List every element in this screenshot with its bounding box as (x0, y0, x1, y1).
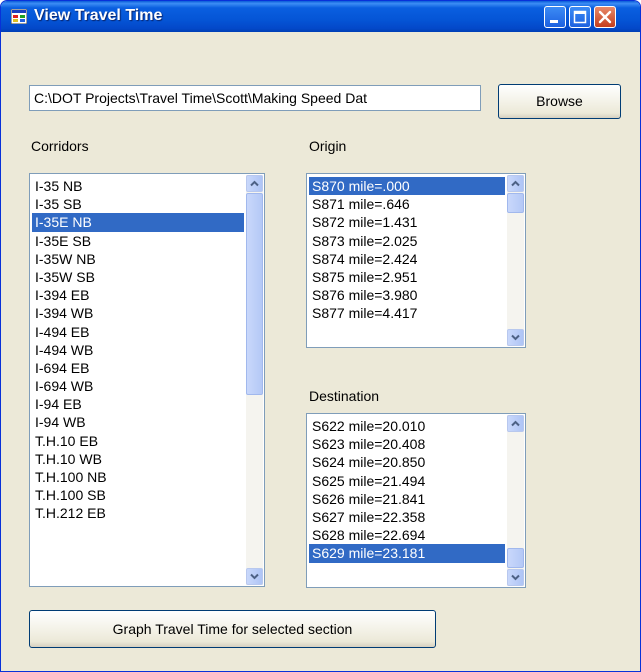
list-item[interactable]: S627 mile=22.358 (309, 508, 505, 526)
arrow-down-icon (250, 573, 259, 580)
list-item[interactable]: I-394 EB (32, 286, 244, 304)
scroll-thumb[interactable] (507, 548, 524, 568)
scroll-thumb[interactable] (507, 193, 524, 213)
window-title: View Travel Time (34, 7, 163, 24)
list-item[interactable]: S874 mile=2.424 (309, 250, 505, 268)
corridors-scrollbar[interactable] (246, 175, 263, 585)
destination-scrollbar[interactable] (507, 415, 524, 586)
scroll-down-button[interactable] (246, 568, 263, 585)
list-item[interactable]: T.H.10 WB (32, 450, 244, 468)
scroll-down-button[interactable] (507, 569, 524, 586)
minimize-button[interactable] (544, 6, 566, 28)
view-travel-time-window: View Travel Time C:\DOT Projects\Travel … (0, 0, 641, 672)
corridors-listbox[interactable]: I-35 NB I-35 SB I-35E NB I-35E SB I-35W … (29, 173, 265, 587)
scroll-up-button[interactable] (507, 175, 524, 192)
arrow-down-icon (511, 574, 520, 581)
origin-items: S870 mile=.000 S871 mile=.646 S872 mile=… (309, 177, 505, 323)
list-item[interactable]: S623 mile=20.408 (309, 435, 505, 453)
corridors-label: Corridors (31, 138, 89, 154)
arrow-up-icon (250, 180, 259, 187)
list-item[interactable]: I-35 NB (32, 177, 244, 195)
list-item[interactable]: I-35E NB (32, 213, 244, 232)
list-item[interactable]: I-94 WB (32, 413, 244, 431)
list-item[interactable]: T.H.10 EB (32, 432, 244, 450)
arrow-down-icon (511, 334, 520, 341)
list-item[interactable]: I-35W NB (32, 250, 244, 268)
file-path-field[interactable]: C:\DOT Projects\Travel Time\Scott\Making… (29, 85, 481, 111)
destination-listbox[interactable]: S622 mile=20.010 S623 mile=20.408 S624 m… (306, 413, 526, 588)
app-icon (11, 9, 27, 24)
browse-button[interactable]: Browse (498, 84, 621, 119)
origin-listbox[interactable]: S870 mile=.000 S871 mile=.646 S872 mile=… (306, 173, 526, 348)
maximize-icon (573, 10, 587, 24)
list-item[interactable]: I-494 EB (32, 323, 244, 341)
destination-label: Destination (309, 388, 380, 404)
origin-label: Origin (309, 138, 347, 154)
scroll-up-button[interactable] (246, 175, 263, 192)
corridors-items: I-35 NB I-35 SB I-35E NB I-35E SB I-35W … (32, 177, 244, 523)
close-icon (598, 10, 612, 24)
list-item[interactable]: S875 mile=2.951 (309, 268, 505, 286)
list-item[interactable]: I-494 WB (32, 341, 244, 359)
origin-scrollbar[interactable] (507, 175, 524, 346)
scroll-up-button[interactable] (507, 415, 524, 432)
list-item[interactable]: S628 mile=22.694 (309, 526, 505, 544)
close-button[interactable] (594, 6, 616, 28)
arrow-up-icon (511, 420, 520, 427)
graph-travel-time-button[interactable]: Graph Travel Time for selected section (29, 610, 436, 648)
list-item[interactable]: I-35E SB (32, 232, 244, 250)
list-item[interactable]: S870 mile=.000 (309, 177, 505, 196)
list-item[interactable]: S873 mile=2.025 (309, 232, 505, 250)
list-item[interactable]: I-94 EB (32, 395, 244, 413)
list-item[interactable]: I-694 WB (32, 377, 244, 395)
list-item[interactable]: I-35W SB (32, 268, 244, 286)
title-bar[interactable]: View Travel Time (1, 1, 640, 32)
minimize-icon (550, 20, 558, 23)
list-item[interactable]: I-35 SB (32, 195, 244, 213)
arrow-up-icon (511, 180, 520, 187)
scroll-down-button[interactable] (507, 329, 524, 346)
list-item[interactable]: S625 mile=21.494 (309, 472, 505, 490)
destination-items: S622 mile=20.010 S623 mile=20.408 S624 m… (309, 417, 505, 563)
list-item[interactable]: S877 mile=4.417 (309, 304, 505, 322)
list-item[interactable]: I-394 WB (32, 304, 244, 322)
list-item[interactable]: S876 mile=3.980 (309, 286, 505, 304)
list-item[interactable]: S872 mile=1.431 (309, 213, 505, 231)
list-item[interactable]: T.H.212 EB (32, 504, 244, 522)
list-item[interactable]: I-694 EB (32, 359, 244, 377)
list-item[interactable]: S622 mile=20.010 (309, 417, 505, 435)
list-item[interactable]: S871 mile=.646 (309, 195, 505, 213)
list-item[interactable]: S629 mile=23.181 (309, 544, 505, 563)
maximize-button[interactable] (569, 6, 591, 28)
scroll-thumb[interactable] (246, 193, 263, 395)
list-item[interactable]: T.H.100 SB (32, 486, 244, 504)
list-item[interactable]: S624 mile=20.850 (309, 453, 505, 471)
list-item[interactable]: T.H.100 NB (32, 468, 244, 486)
list-item[interactable]: S626 mile=21.841 (309, 490, 505, 508)
